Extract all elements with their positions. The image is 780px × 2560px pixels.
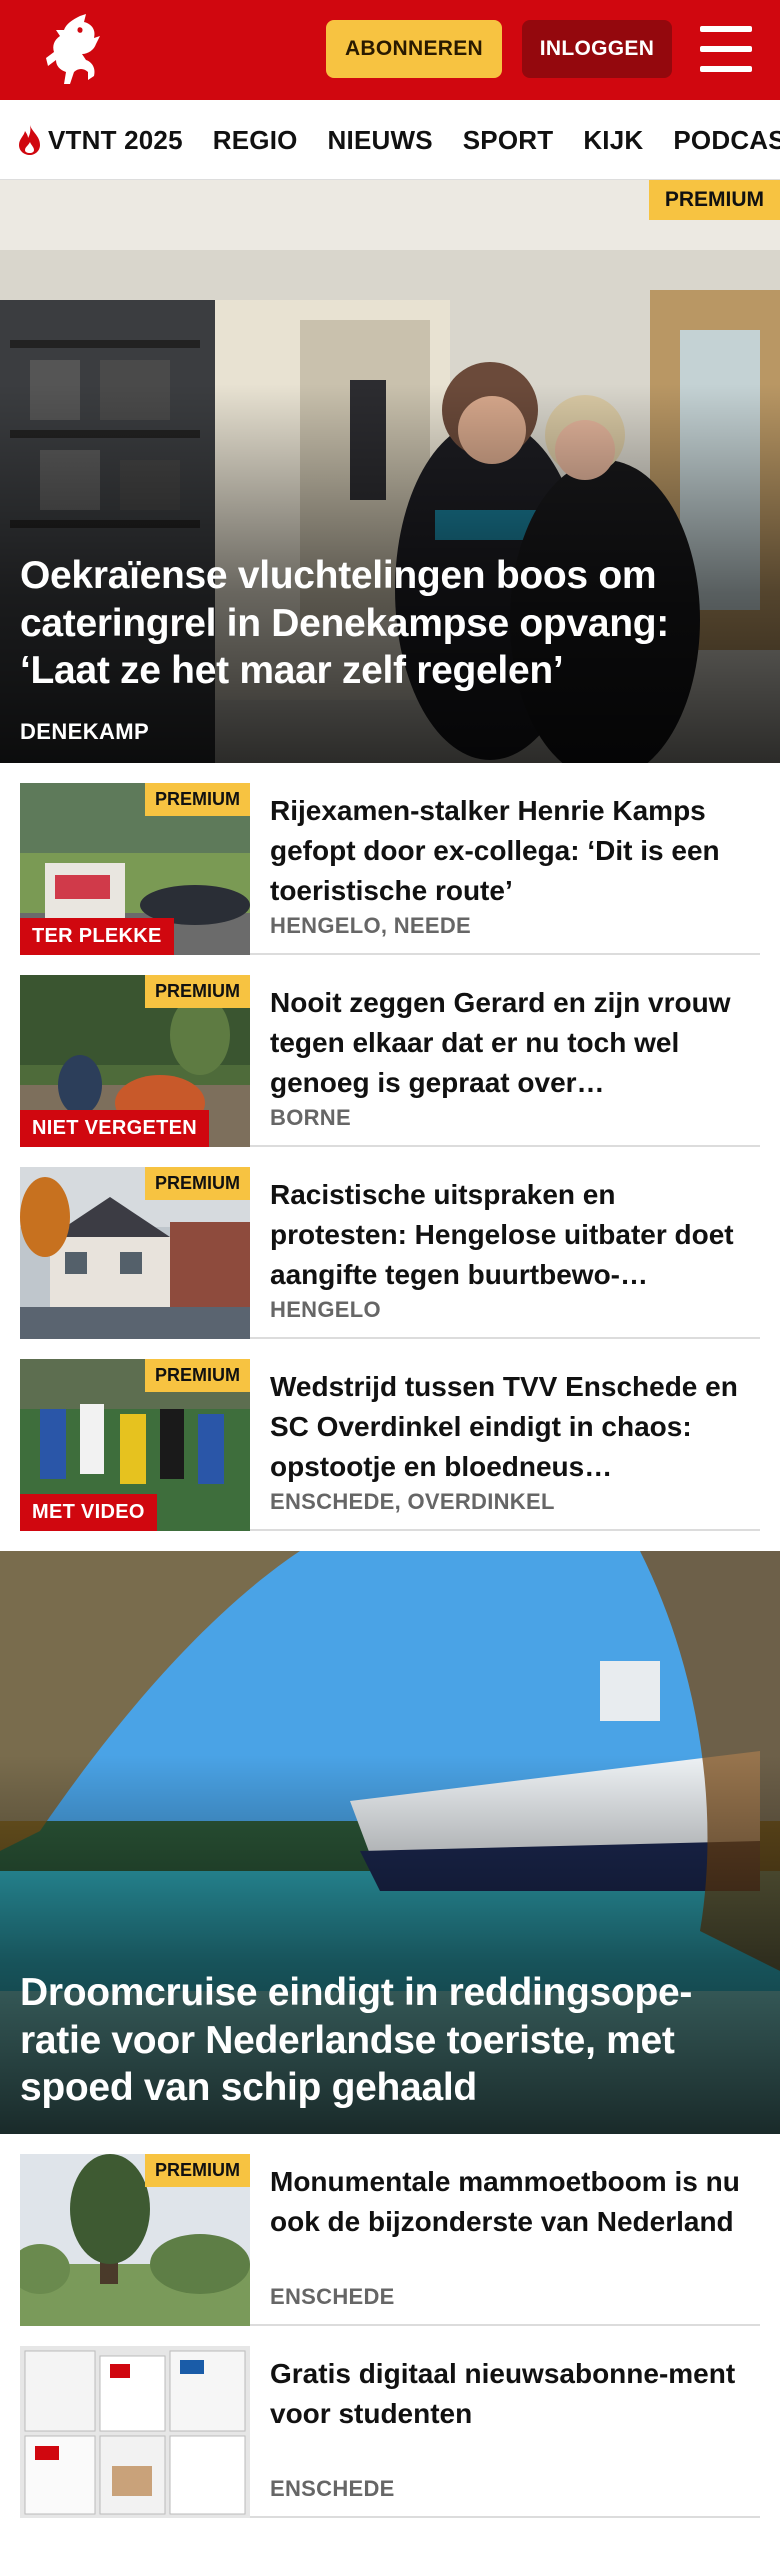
tubantia-horse-logo[interactable] <box>34 10 114 90</box>
hero-headline[interactable]: Oekraïense vluchtelingen boos om caterin… <box>20 552 760 695</box>
article-item[interactable]: PREMIUM MET VIDEO Wedstrijd tussen TVV E… <box>20 1339 760 1531</box>
premium-badge: PREMIUM <box>145 975 250 1008</box>
nav-item-nieuws[interactable]: NIEUWS <box>328 125 433 156</box>
premium-badge: PREMIUM <box>145 2154 250 2187</box>
site-header: ABONNEREN INLOGGEN <box>0 0 780 100</box>
article-headline[interactable]: Racistische uitspraken en protesten: Hen… <box>270 1175 760 1294</box>
article-item[interactable]: PREMIUM Monumentale mammoetboom is nu oo… <box>20 2134 760 2326</box>
flame-icon <box>19 125 40 155</box>
article-label: TER PLEKKE <box>20 918 174 955</box>
nav-item-kijk[interactable]: KIJK <box>583 125 643 156</box>
nav-item-podcast[interactable]: PODCAST <box>673 125 780 156</box>
article-label: NIET VERGETEN <box>20 1110 210 1147</box>
article-thumbnail: PREMIUM <box>20 2154 250 2326</box>
article-thumbnail: PREMIUM <box>20 1167 250 1339</box>
hero-headline[interactable]: Droomcruise eindigt in reddingsope-ratie… <box>20 1969 760 2112</box>
premium-badge: PREMIUM <box>648 180 780 220</box>
article-headline[interactable]: Gratis digitaal nieuwsabonne-ment voor s… <box>270 2354 760 2434</box>
premium-badge: PREMIUM <box>145 1359 250 1392</box>
article-thumbnail <box>20 2346 250 2518</box>
article-item[interactable]: PREMIUM TER PLEKKE Rijexamen-stalker Hen… <box>20 763 760 955</box>
article-headline[interactable]: Wedstrijd tussen TVV Enschede en SC Over… <box>270 1367 760 1486</box>
article-location: ENSCHEDE, OVERDINKEL <box>270 1489 555 1514</box>
nav-label: VTNT 2025 <box>48 124 183 155</box>
subscribe-button[interactable]: ABONNEREN <box>326 20 502 78</box>
article-item[interactable]: Gratis digitaal nieuwsabonne-ment voor s… <box>20 2326 760 2518</box>
article-location: HENGELO, NEEDE <box>270 913 472 938</box>
hero-article[interactable]: Droomcruise eindigt in reddingsope-ratie… <box>0 1551 780 2134</box>
article-headline[interactable]: Nooit zeggen Gerard en zijn vrouw tegen … <box>270 983 760 1102</box>
article-headline[interactable]: Rijexamen-stalker Henrie Kamps gefopt do… <box>270 791 760 910</box>
main-nav: VTNT 2025 REGIO NIEUWS SPORT KIJK PODCAS… <box>0 100 780 180</box>
article-thumbnail: PREMIUM NIET VERGETEN <box>20 975 250 1147</box>
article-location: ENSCHEDE <box>270 2476 395 2501</box>
nav-item-regio[interactable]: REGIO <box>213 125 298 156</box>
hero-location: DENEKAMP <box>20 719 150 744</box>
nav-item-vtnt[interactable]: VTNT 2025 <box>16 124 183 156</box>
premium-badge: PREMIUM <box>145 783 250 816</box>
article-headline[interactable]: Monumentale mammoetboom is nu ook de bij… <box>270 2162 760 2242</box>
premium-badge: PREMIUM <box>145 1167 250 1200</box>
nav-item-sport[interactable]: SPORT <box>463 125 554 156</box>
article-thumbnail: PREMIUM TER PLEKKE <box>20 783 250 955</box>
article-label: MET VIDEO <box>20 1494 157 1531</box>
article-thumbnail: PREMIUM MET VIDEO <box>20 1359 250 1531</box>
article-location: HENGELO <box>270 1297 381 1322</box>
menu-icon[interactable] <box>700 26 752 72</box>
article-item[interactable]: PREMIUM NIET VERGETEN Nooit zeggen Gerar… <box>20 955 760 1147</box>
hero-article[interactable]: PREMIUM Oekraïense vluchtelingen boos om… <box>0 180 780 763</box>
article-location: ENSCHEDE <box>270 2284 395 2309</box>
article-item[interactable]: PREMIUM Racistische uitspraken en protes… <box>20 1147 760 1339</box>
article-location: BORNE <box>270 1105 351 1130</box>
login-button[interactable]: INLOGGEN <box>522 20 672 78</box>
